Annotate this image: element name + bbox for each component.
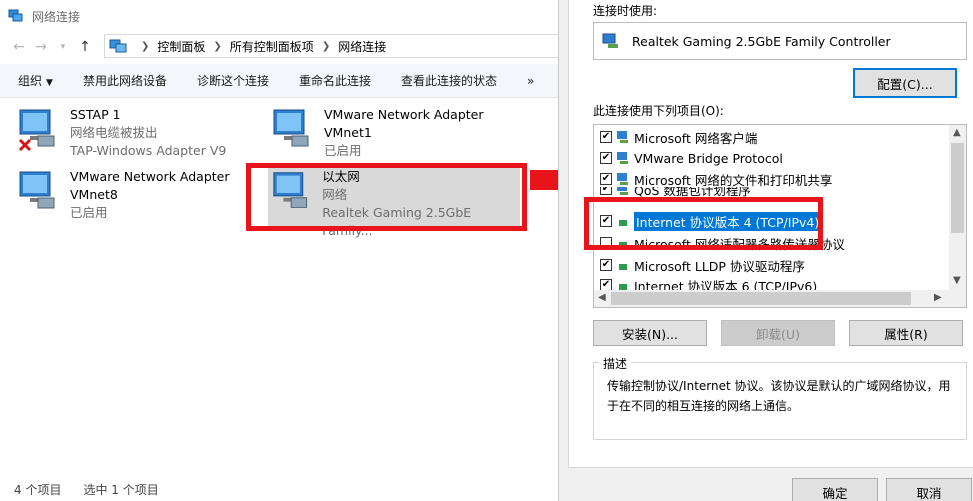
highlight-box-ipv4 (584, 197, 823, 250)
connection-name: SSTAP 1 (70, 107, 121, 122)
connect-using-label: 连接时使用: (593, 4, 658, 18)
adapter-name: Realtek Gaming 2.5GbE Family Controller (632, 33, 891, 49)
ethernet-properties-dialog: 连接时使用: Realtek Gaming 2.5GbE Family Cont… (558, 0, 973, 501)
list-item[interactable]: ✔ Microsoft 网络的文件和打印机共享 (600, 169, 832, 189)
recent-dropdown-icon[interactable]: ▾ (52, 36, 74, 58)
connection-status: VMnet8 (70, 187, 118, 202)
description-text: 传输控制协议/Internet 协议。该协议是默认的广域网络协议，用于在不同的相… (607, 379, 951, 413)
breadcrumb-separator: ❯ (213, 40, 222, 52)
checkbox[interactable]: ✔ (600, 187, 612, 195)
list-item[interactable]: ✔ Microsoft LLDP 协议驱动程序 (600, 255, 805, 275)
network-connections-window: 网络连接 ← → ▾ ↑ ❯ 控制面板 ❯ 所有控制面板项 ❯ 网络连接 组织 ▼… (0, 0, 560, 501)
checkbox[interactable]: ✔ (600, 131, 612, 143)
install-button[interactable]: 安装(N)... (593, 320, 707, 346)
command-bar: 组织 ▼ 禁用此网络设备 诊断这个连接 重命名此连接 查看此连接的状态 » (0, 64, 560, 98)
checkbox[interactable]: ✔ (600, 173, 612, 185)
organize-button[interactable]: 组织 ▼ (18, 72, 53, 89)
description-title: 描述 (599, 355, 632, 372)
title-bar: 网络连接 (0, 0, 560, 32)
diagnose-button[interactable]: 诊断这个连接 (197, 72, 269, 89)
window-title: 网络连接 (32, 9, 81, 24)
network-item-vmnet8[interactable]: VMware Network Adapter VMnet8 已启用 (16, 168, 246, 224)
organize-label: 组织 (18, 74, 43, 88)
service-icon (617, 173, 628, 185)
address-row: ← → ▾ ↑ ❯ 控制面板 ❯ 所有控制面板项 ❯ 网络连接 (0, 34, 560, 60)
connection-name: VMware Network Adapter (324, 107, 484, 122)
breadcrumb-all-items[interactable]: 所有控制面板项 (230, 38, 314, 55)
breadcrumb-separator: ❯ (141, 40, 150, 52)
control-panel-icon (109, 39, 127, 53)
chevron-down-icon: ▼ (46, 78, 53, 88)
connection-name: VMware Network Adapter (70, 169, 230, 184)
forward-arrow-icon[interactable]: → (30, 36, 52, 58)
list-item-label: VMware Bridge Protocol (634, 150, 783, 166)
checkbox[interactable]: ✔ (600, 152, 612, 164)
list-item-label: Microsoft LLDP 协议驱动程序 (634, 258, 805, 274)
configure-button[interactable]: 配置(C)... (853, 68, 957, 98)
horizontal-scroll-thumb[interactable] (611, 292, 911, 305)
connection-adapter: TAP-Windows Adapter V9 (70, 143, 227, 158)
vertical-scroll-thumb[interactable] (951, 143, 964, 233)
list-item-label: Microsoft 网络的文件和打印机共享 (634, 172, 833, 188)
list-item-label: Microsoft 网络客户端 (634, 130, 758, 146)
list-item[interactable]: ✔ Microsoft 网络客户端 (600, 127, 757, 147)
connection-adapter: 已启用 (324, 143, 362, 158)
properties-button[interactable]: 属性(R) (849, 320, 963, 346)
breadcrumb-control-panel[interactable]: 控制面板 (157, 38, 205, 55)
address-bar[interactable]: ❯ 控制面板 ❯ 所有控制面板项 ❯ 网络连接 (104, 34, 560, 58)
network-adapter-icon (602, 33, 618, 48)
rename-button[interactable]: 重命名此连接 (299, 72, 371, 89)
view-status-button[interactable]: 查看此连接的状态 (401, 72, 497, 89)
status-bar: 4 个项目 选中 1 个项目 (0, 478, 560, 500)
checkbox[interactable]: ✔ (600, 259, 612, 271)
network-adapter-disconnected-icon (18, 109, 55, 152)
breadcrumb-network-connections[interactable]: 网络连接 (338, 38, 386, 55)
connection-status: 网络电缆被拔出 (70, 125, 158, 140)
disable-device-button[interactable]: 禁用此网络设备 (83, 72, 167, 89)
more-commands-button[interactable]: » (527, 74, 534, 88)
cancel-button[interactable]: 取消 (886, 478, 972, 501)
scroll-right-icon[interactable]: ▶ (934, 292, 942, 303)
scroll-down-icon[interactable]: ▼ (953, 275, 961, 286)
scroll-left-icon[interactable]: ◀ (598, 292, 606, 303)
adapter-box: Realtek Gaming 2.5GbE Family Controller (593, 22, 967, 60)
network-item-vmnet1[interactable]: VMware Network Adapter VMnet1 已启用 (270, 106, 520, 162)
network-adapter-icon (19, 171, 55, 209)
network-adapter-icon (273, 109, 309, 147)
protocol-icon (619, 264, 627, 270)
uninstall-button[interactable]: 卸载(U) (721, 320, 835, 346)
list-item[interactable]: ✔ VMware Bridge Protocol (600, 148, 783, 168)
highlight-box-ethernet (246, 163, 527, 231)
selected-count: 选中 1 个项目 (83, 482, 159, 497)
ok-button[interactable]: 确定 (792, 478, 878, 501)
horizontal-scrollbar[interactable]: ◀ ▶ (594, 290, 966, 307)
network-connections-icon (8, 9, 23, 22)
up-arrow-icon[interactable]: ↑ (74, 36, 96, 58)
breadcrumb-separator: ❯ (321, 40, 331, 52)
client-icon (617, 131, 628, 143)
service-icon (617, 187, 628, 195)
scroll-up-icon[interactable]: ▲ (953, 127, 961, 138)
connection-adapter: 已启用 (70, 205, 108, 220)
item-count: 4 个项目 (14, 482, 62, 497)
connection-status: VMnet1 (324, 125, 372, 140)
back-arrow-icon[interactable]: ← (8, 36, 30, 58)
vertical-scrollbar[interactable]: ▲ ▼ (949, 125, 966, 291)
protocol-icon (617, 152, 628, 164)
items-label: 此连接使用下列项目(O): (593, 104, 724, 118)
network-item-sstap[interactable]: SSTAP 1 网络电缆被拔出 TAP-Windows Adapter V9 (16, 106, 246, 162)
